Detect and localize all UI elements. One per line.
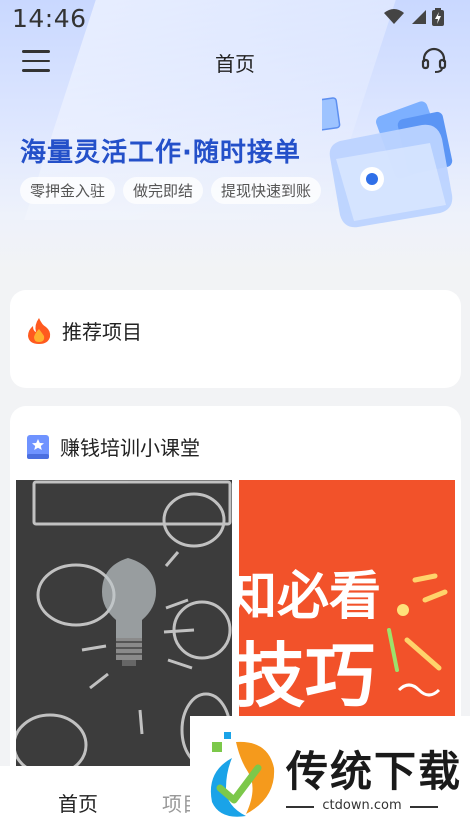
banner-tag: 提现快速到账 bbox=[211, 177, 322, 204]
recommended-header: 推荐项目 bbox=[26, 316, 142, 345]
banner-tag: 零押金入驻 bbox=[20, 177, 116, 204]
tab-home[interactable]: 首页 bbox=[58, 788, 98, 817]
status-time: 14:46 bbox=[12, 4, 87, 33]
banner-title: 海量灵活工作·随时接单 bbox=[20, 138, 301, 168]
banner-tags: 零押金入驻 做完即结 提现快速到账 bbox=[20, 177, 322, 204]
watermark-brand: 传统下载 bbox=[286, 747, 463, 796]
banner-tag: 做完即结 bbox=[123, 177, 204, 204]
watermark: 传统下载 ctdown.com bbox=[190, 716, 470, 836]
watermark-logo-icon bbox=[210, 732, 275, 817]
page-title: 首页 bbox=[215, 52, 255, 76]
top-nav: 首页 bbox=[0, 40, 470, 84]
recommended-card[interactable]: 推荐项目 bbox=[10, 290, 461, 388]
wallet-illustration bbox=[322, 97, 453, 228]
watermark-divider bbox=[410, 806, 438, 808]
training-label: 赚钱培训小课堂 bbox=[60, 436, 200, 460]
book-icon bbox=[27, 434, 49, 459]
training-header: 赚钱培训小课堂 bbox=[26, 432, 200, 461]
signal-icon bbox=[412, 10, 426, 24]
status-icons bbox=[384, 8, 444, 26]
status-bar: 14:46 bbox=[0, 0, 470, 40]
battery-icon bbox=[432, 8, 444, 26]
headset-icon[interactable] bbox=[420, 46, 448, 74]
recommended-label: 推荐项目 bbox=[62, 320, 142, 344]
fire-icon bbox=[28, 317, 51, 344]
wifi-icon bbox=[384, 9, 404, 24]
